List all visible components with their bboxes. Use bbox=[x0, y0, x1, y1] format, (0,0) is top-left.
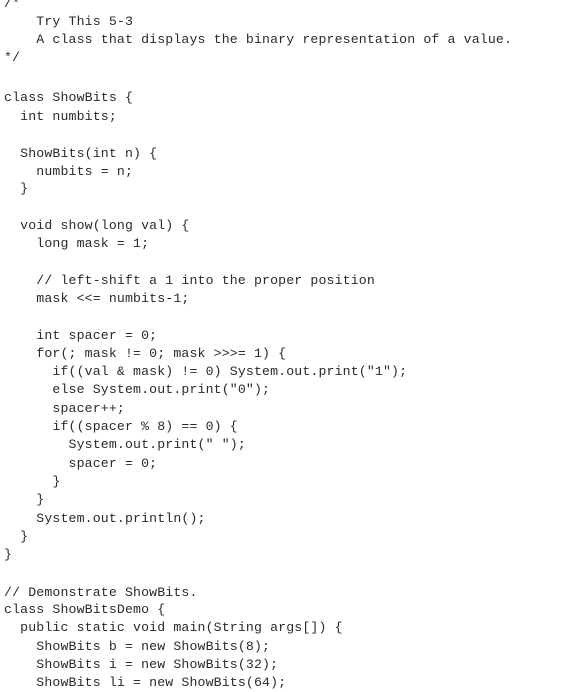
code-line: } bbox=[4, 181, 29, 196]
code-line: // left-shift a 1 into the proper positi… bbox=[4, 273, 375, 288]
code-line: class ShowBits { bbox=[4, 90, 134, 105]
code-line: } bbox=[4, 492, 45, 507]
code-line: ShowBits b = new ShowBits(8); bbox=[4, 639, 271, 654]
code-line: int numbits; bbox=[4, 109, 117, 124]
code-line: A class that displays the binary represe… bbox=[4, 32, 513, 47]
code-line: System.out.println(); bbox=[4, 511, 206, 526]
code-line: spacer = 0; bbox=[4, 456, 158, 471]
code-line: else System.out.print("0"); bbox=[4, 382, 271, 397]
code-line: ShowBits(int n) { bbox=[4, 146, 158, 161]
code-line: long mask = 1; bbox=[4, 236, 150, 251]
code-line: for(; mask != 0; mask >>>= 1) { bbox=[4, 346, 287, 361]
code-line: public static void main(String args[]) { bbox=[4, 620, 343, 635]
code-line: /* bbox=[4, 0, 21, 11]
code-line: spacer++; bbox=[4, 401, 125, 416]
code-line: } bbox=[4, 474, 61, 489]
code-line: ShowBits i = new ShowBits(32); bbox=[4, 657, 279, 672]
code-line: Try This 5-3 bbox=[4, 14, 134, 29]
code-listing: /* Try This 5-3 A class that displays th… bbox=[0, 0, 566, 690]
code-line: int spacer = 0; bbox=[4, 328, 158, 343]
code-line: if((spacer % 8) == 0) { bbox=[4, 419, 238, 434]
code-line: numbits = n; bbox=[4, 164, 134, 179]
code-line: void show(long val) { bbox=[4, 218, 190, 233]
code-line: mask <<= numbits-1; bbox=[4, 291, 190, 306]
code-line: System.out.print(" "); bbox=[4, 437, 246, 452]
code-line: } bbox=[4, 529, 29, 544]
code-line: ShowBits li = new ShowBits(64); bbox=[4, 675, 287, 690]
code-line: */ bbox=[4, 50, 21, 65]
code-line: if((val & mask) != 0) System.out.print("… bbox=[4, 364, 408, 379]
code-line: class ShowBitsDemo { bbox=[4, 602, 166, 617]
code-line: // Demonstrate ShowBits. bbox=[4, 585, 198, 600]
code-line: } bbox=[4, 547, 13, 562]
